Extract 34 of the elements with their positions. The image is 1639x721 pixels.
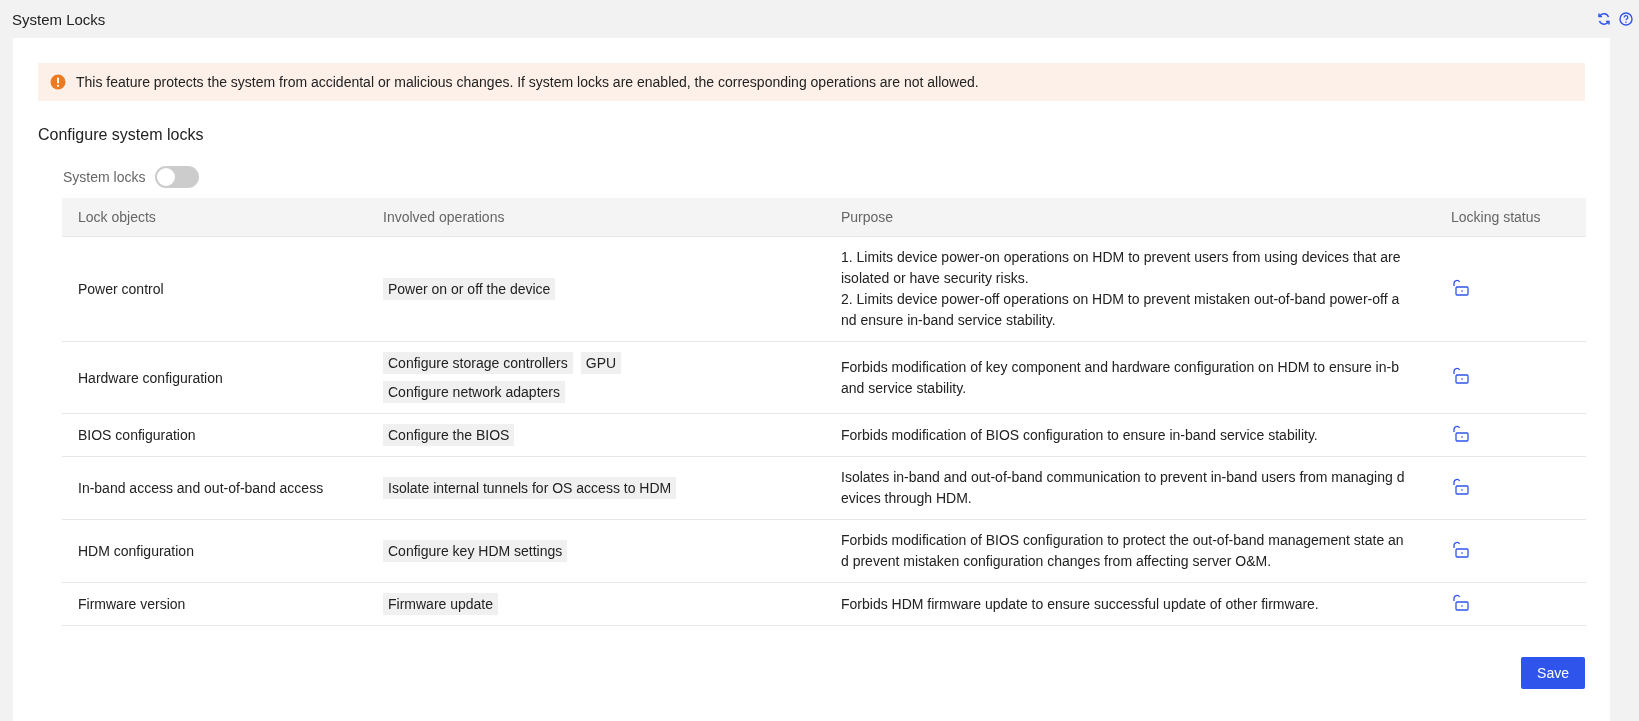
switch-label: System locks (63, 169, 146, 185)
toggle-switch[interactable] (155, 166, 200, 188)
operation-tag: Configure storage controllers (383, 352, 573, 374)
operation-tag: Configure key HDM settings (383, 540, 568, 562)
purpose-text: Forbids HDM firmware update to ensure successful update of other firmware. (841, 594, 1320, 614)
table-cell: Firmware version (78, 596, 186, 612)
table-cell: HDM configuration (78, 543, 194, 559)
purpose-text: Isolates in-band and out-of-band communication to prevent in-band users from managing devices through HDM. (841, 468, 1405, 508)
page-title: System Locks (12, 10, 106, 28)
table-cell: Power control (78, 281, 164, 297)
column-header: Lock objects (77, 208, 157, 227)
purpose-text: Forbids modification of BIOS configuration to ensure in-band service stability. (841, 425, 1319, 445)
help-icon[interactable] (1619, 12, 1633, 26)
table-cell: Hardware configuration (78, 369, 223, 386)
operation-tag: Power on or off the device (383, 278, 556, 300)
operation-tag: GPU (580, 352, 622, 374)
purpose-text: Forbids modification of BIOS configuration to protect the out-of-band management state and prevent mistaken configuration changes from affecting server O&M. (841, 531, 1405, 571)
purpose-text: 2. Limits device power-off operations on HDM to prevent mistaken out-of-band power-off and ensure in-band service stability. (841, 290, 1401, 330)
operation-tag: Configure network adapters (383, 381, 565, 403)
operation-tag: Isolate internal tunnels for OS access to HDM (383, 477, 677, 499)
column-header: Locking status (1450, 208, 1542, 227)
purpose-text: Forbids modification of key component and hardware configuration on HDM to ensure in-band service stability. (841, 357, 1400, 398)
operation-tag: Configure the BIOS (383, 424, 515, 446)
section-title: Configure system locks (38, 126, 205, 144)
warning-icon (50, 74, 66, 90)
purpose-text: 1. Limits device power-on operations on HDM to prevent users from using devices that are isolated or have security risks. (841, 248, 1402, 288)
column-header: Purpose (840, 208, 895, 227)
refresh-icon[interactable] (1597, 12, 1611, 26)
table-cell: In-band access and out-of-band access (78, 480, 324, 496)
table-cell: BIOS configuration (78, 427, 196, 443)
column-header: Involved operations (382, 208, 506, 227)
operation-tag: Firmware update (383, 593, 499, 615)
save-button[interactable]: Save (1521, 657, 1585, 689)
alert-text: This feature protects the system from accidental or malicious changes. If system locks are enabled, the corresponding operations are not allowed. (76, 74, 979, 90)
